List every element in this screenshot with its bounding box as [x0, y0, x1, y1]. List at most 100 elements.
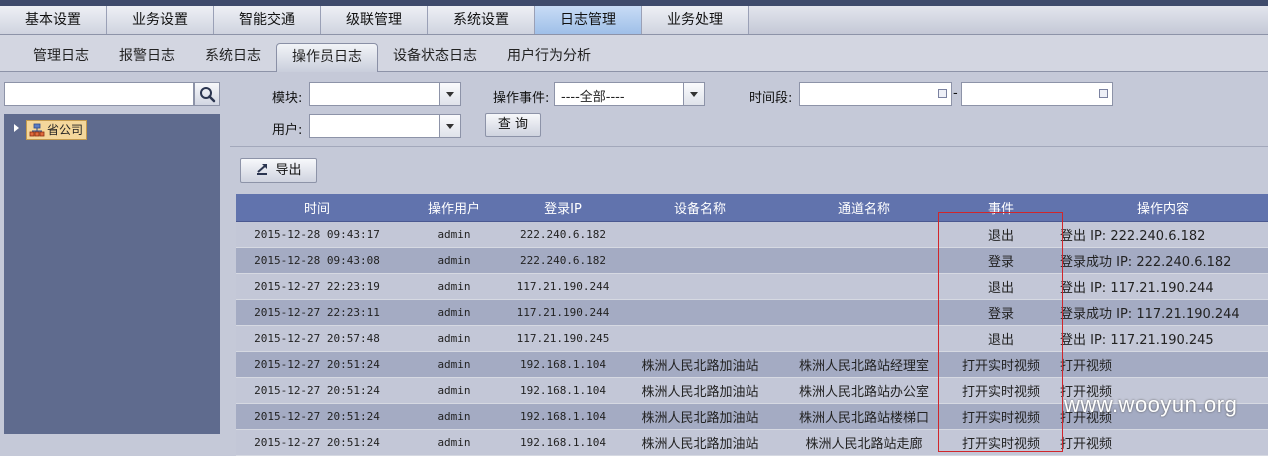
- column-header-device[interactable]: 设备名称: [616, 194, 784, 222]
- tree-node-root[interactable]: 省公司: [26, 120, 88, 140]
- column-header-event[interactable]: 事件: [944, 194, 1058, 222]
- cell-content: 登录成功 IP: 222.240.6.182: [1058, 247, 1268, 274]
- column-header-user[interactable]: 操作用户: [398, 194, 510, 222]
- query-button[interactable]: 查 询: [485, 113, 541, 137]
- column-header-ip[interactable]: 登录IP: [510, 194, 616, 222]
- tab-device-status-log[interactable]: 设备状态日志: [378, 43, 492, 70]
- cell-channel: 株洲人民北路站楼梯口: [784, 403, 944, 430]
- calendar-icon[interactable]: [938, 89, 947, 98]
- sub-nav: 管理日志 报警日志 系统日志 操作员日志 设备状态日志 用户行为分析: [0, 35, 1268, 72]
- cell-channel: [784, 325, 944, 352]
- table-row[interactable]: 2015-12-28 09:43:08 admin 222.240.6.182 …: [236, 247, 1268, 274]
- table-row[interactable]: 2015-12-27 20:51:24 admin 192.168.1.104 …: [236, 351, 1268, 378]
- tab-operator-log[interactable]: 操作员日志: [276, 43, 378, 72]
- table-row[interactable]: 2015-12-27 20:51:24 admin 192.168.1.104 …: [236, 429, 1268, 456]
- cell-ip: 117.21.190.244: [510, 299, 616, 326]
- tab-user-behavior-analysis[interactable]: 用户行为分析: [492, 43, 606, 70]
- module-label: 模块:: [272, 91, 303, 106]
- top-tab-business-processing[interactable]: 业务处理: [642, 6, 749, 34]
- cell-user: admin: [398, 247, 510, 274]
- tree-expand-arrow-icon[interactable]: [14, 124, 19, 132]
- cell-content: 登出 IP: 117.21.190.245: [1058, 325, 1268, 352]
- tab-management-log[interactable]: 管理日志: [18, 43, 104, 70]
- top-nav-tabs: 基本设置 业务设置 智能交通 级联管理 系统设置 日志管理 业务处理: [0, 6, 749, 34]
- search-icon: [200, 87, 216, 103]
- cell-user: admin: [398, 429, 510, 456]
- cell-device: [616, 221, 784, 248]
- chevron-down-icon[interactable]: [439, 115, 460, 137]
- cell-event: 打开实时视频: [944, 351, 1058, 378]
- cell-event: 退出: [944, 273, 1058, 300]
- cell-event: 登录: [944, 299, 1058, 326]
- top-tab-cascade[interactable]: 级联管理: [321, 6, 428, 34]
- cell-user: admin: [398, 273, 510, 300]
- tab-alarm-log[interactable]: 报警日志: [104, 43, 190, 70]
- top-nav: 基本设置 业务设置 智能交通 级联管理 系统设置 日志管理 业务处理: [0, 0, 1268, 35]
- cell-time: 2015-12-28 09:43:17: [236, 221, 398, 248]
- cell-device: [616, 299, 784, 326]
- cell-time: 2015-12-27 20:51:24: [236, 403, 398, 430]
- cell-channel: 株洲人民北路站办公室: [784, 377, 944, 404]
- cell-time: 2015-12-27 20:57:48: [236, 325, 398, 352]
- cell-user: admin: [398, 221, 510, 248]
- top-tab-smart-traffic[interactable]: 智能交通: [214, 6, 321, 34]
- table-header-row: 时间 操作用户 登录IP 设备名称 通道名称 事件 操作内容: [236, 194, 1268, 222]
- top-tab-basic-settings[interactable]: 基本设置: [0, 6, 107, 34]
- cell-device: [616, 325, 784, 352]
- table-row[interactable]: 2015-12-28 09:43:17 admin 222.240.6.182 …: [236, 221, 1268, 248]
- cell-event: 打开实时视频: [944, 377, 1058, 404]
- cell-content: 登出 IP: 222.240.6.182: [1058, 221, 1268, 248]
- cell-time: 2015-12-27 20:51:24: [236, 429, 398, 456]
- cell-ip: 117.21.190.244: [510, 273, 616, 300]
- user-label: 用户:: [272, 123, 303, 138]
- watermark: www.wooyun.org: [1064, 392, 1238, 417]
- tree-search-button[interactable]: [194, 82, 220, 106]
- cell-event: 退出: [944, 221, 1058, 248]
- cell-content: 登出 IP: 117.21.190.244: [1058, 273, 1268, 300]
- cell-channel: [784, 299, 944, 326]
- cell-time: 2015-12-27 20:51:24: [236, 351, 398, 378]
- cell-ip: 117.21.190.245: [510, 325, 616, 352]
- sub-nav-tabs: 管理日志 报警日志 系统日志 操作员日志 设备状态日志 用户行为分析: [18, 43, 606, 72]
- cell-channel: 株洲人民北路站走廊: [784, 429, 944, 456]
- export-button[interactable]: 导出: [240, 158, 317, 183]
- cell-ip: 192.168.1.104: [510, 351, 616, 378]
- module-select[interactable]: [309, 82, 461, 106]
- event-select[interactable]: ----全部----: [554, 82, 705, 106]
- cell-event: 打开实时视频: [944, 429, 1058, 456]
- period-separator: -: [953, 86, 958, 101]
- cell-time: 2015-12-27 22:23:19: [236, 273, 398, 300]
- cell-event: 打开实时视频: [944, 403, 1058, 430]
- cell-channel: [784, 273, 944, 300]
- event-select-value: ----全部----: [561, 90, 625, 105]
- org-tree-panel: 省公司: [4, 114, 220, 434]
- chevron-down-icon[interactable]: [439, 83, 460, 105]
- cell-ip: 192.168.1.104: [510, 429, 616, 456]
- user-select[interactable]: [309, 114, 461, 138]
- cell-content: 登录成功 IP: 117.21.190.244: [1058, 299, 1268, 326]
- cell-channel: [784, 247, 944, 274]
- chevron-down-icon[interactable]: [683, 83, 704, 105]
- cell-user: admin: [398, 325, 510, 352]
- top-tab-system-settings[interactable]: 系统设置: [428, 6, 535, 34]
- column-header-content[interactable]: 操作内容: [1058, 194, 1268, 222]
- top-tab-business-settings[interactable]: 业务设置: [107, 6, 214, 34]
- period-label: 时间段:: [749, 91, 793, 106]
- end-date-field[interactable]: [961, 82, 1113, 106]
- column-header-channel[interactable]: 通道名称: [784, 194, 944, 222]
- tree-search-input[interactable]: [4, 82, 194, 106]
- cell-content: 打开视频: [1058, 429, 1268, 456]
- tab-system-log[interactable]: 系统日志: [190, 43, 276, 70]
- table-row[interactable]: 2015-12-27 20:57:48 admin 117.21.190.245…: [236, 325, 1268, 352]
- start-date-field[interactable]: [799, 82, 952, 106]
- table-row[interactable]: 2015-12-27 22:23:19 admin 117.21.190.244…: [236, 273, 1268, 300]
- top-tab-log-management[interactable]: 日志管理: [535, 6, 642, 34]
- cell-device: [616, 273, 784, 300]
- cell-time: 2015-12-28 09:43:08: [236, 247, 398, 274]
- column-header-time[interactable]: 时间: [236, 194, 398, 222]
- org-tree-icon: [29, 123, 45, 137]
- cell-ip: 222.240.6.182: [510, 247, 616, 274]
- cell-device: [616, 247, 784, 274]
- table-row[interactable]: 2015-12-27 22:23:11 admin 117.21.190.244…: [236, 299, 1268, 326]
- calendar-icon[interactable]: [1099, 89, 1108, 98]
